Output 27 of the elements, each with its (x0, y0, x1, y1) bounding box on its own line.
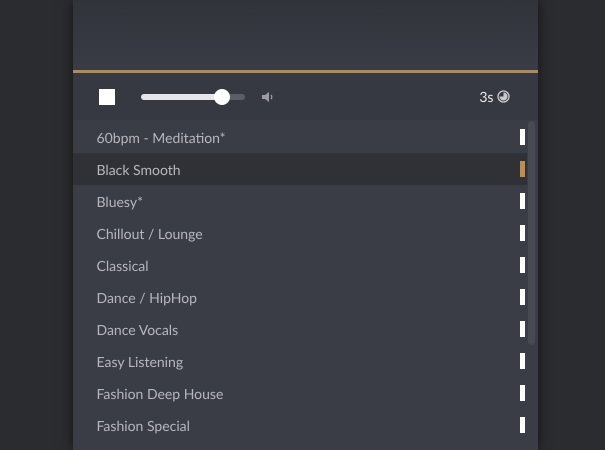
station-row[interactable]: Fashion Deep House (72, 377, 526, 409)
station-row[interactable]: Bluesy* (72, 185, 526, 217)
timer-label: 3s (479, 87, 494, 107)
volume-slider[interactable] (140, 88, 244, 104)
station-row[interactable]: Fashion Special (72, 409, 526, 441)
station-row[interactable]: Classical (72, 249, 526, 281)
scrollbar-thumb[interactable] (528, 121, 534, 345)
speaker-icon[interactable] (260, 90, 274, 104)
station-name: Dance Vocals (96, 320, 180, 340)
station-name: Chillout / Lounge (96, 224, 204, 244)
stop-button[interactable] (98, 88, 114, 104)
station-row[interactable]: Chillout / Lounge (72, 217, 526, 249)
station-name: Fashion Deep House (96, 384, 224, 404)
station-row[interactable]: Easy Listening (72, 345, 526, 377)
station-name: Easy Listening (96, 352, 184, 372)
station-row[interactable]: Dance / HipHop (72, 281, 526, 313)
station-row[interactable]: Dance Vocals (72, 313, 526, 345)
station-name: Black Smooth (96, 160, 182, 180)
station-name: Classical (96, 256, 150, 276)
timer-icon[interactable] (496, 90, 510, 103)
volume-thumb[interactable] (214, 88, 230, 104)
station-name: Bluesy* (96, 192, 144, 212)
station-name: Fashion Special (96, 416, 191, 436)
station-row[interactable]: 60bpm - Meditation* (72, 121, 526, 153)
station-row[interactable]: Black Smooth (72, 153, 526, 185)
station-name: 60bpm - Meditation* (96, 128, 227, 148)
station-name: Dance / HipHop (96, 288, 198, 308)
